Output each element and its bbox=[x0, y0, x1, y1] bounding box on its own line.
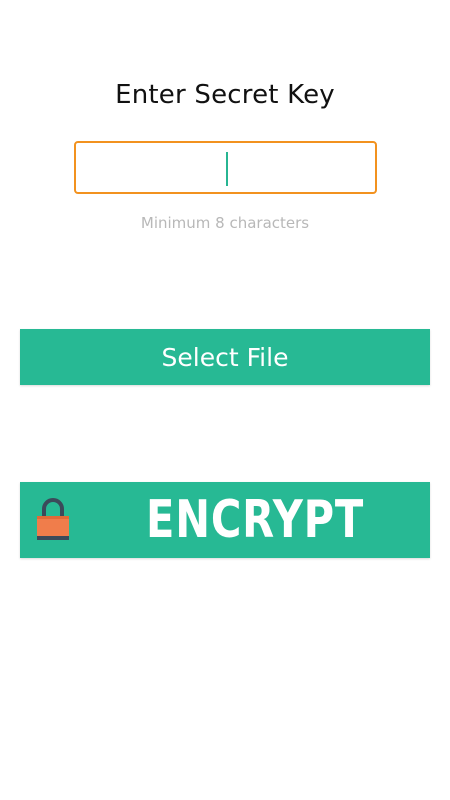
text-cursor bbox=[226, 152, 228, 186]
key-length-hint: Minimum 8 characters bbox=[140, 214, 310, 232]
encrypt-label: ENCRYPT bbox=[146, 490, 365, 550]
select-file-button[interactable]: Select File bbox=[20, 329, 430, 385]
secret-key-field[interactable] bbox=[74, 141, 377, 194]
encrypt-button[interactable]: ENCRYPT bbox=[20, 482, 430, 558]
padlock-icon bbox=[37, 498, 69, 540]
select-file-label: Select File bbox=[161, 342, 289, 372]
page-title: Enter Secret Key bbox=[115, 80, 335, 110]
